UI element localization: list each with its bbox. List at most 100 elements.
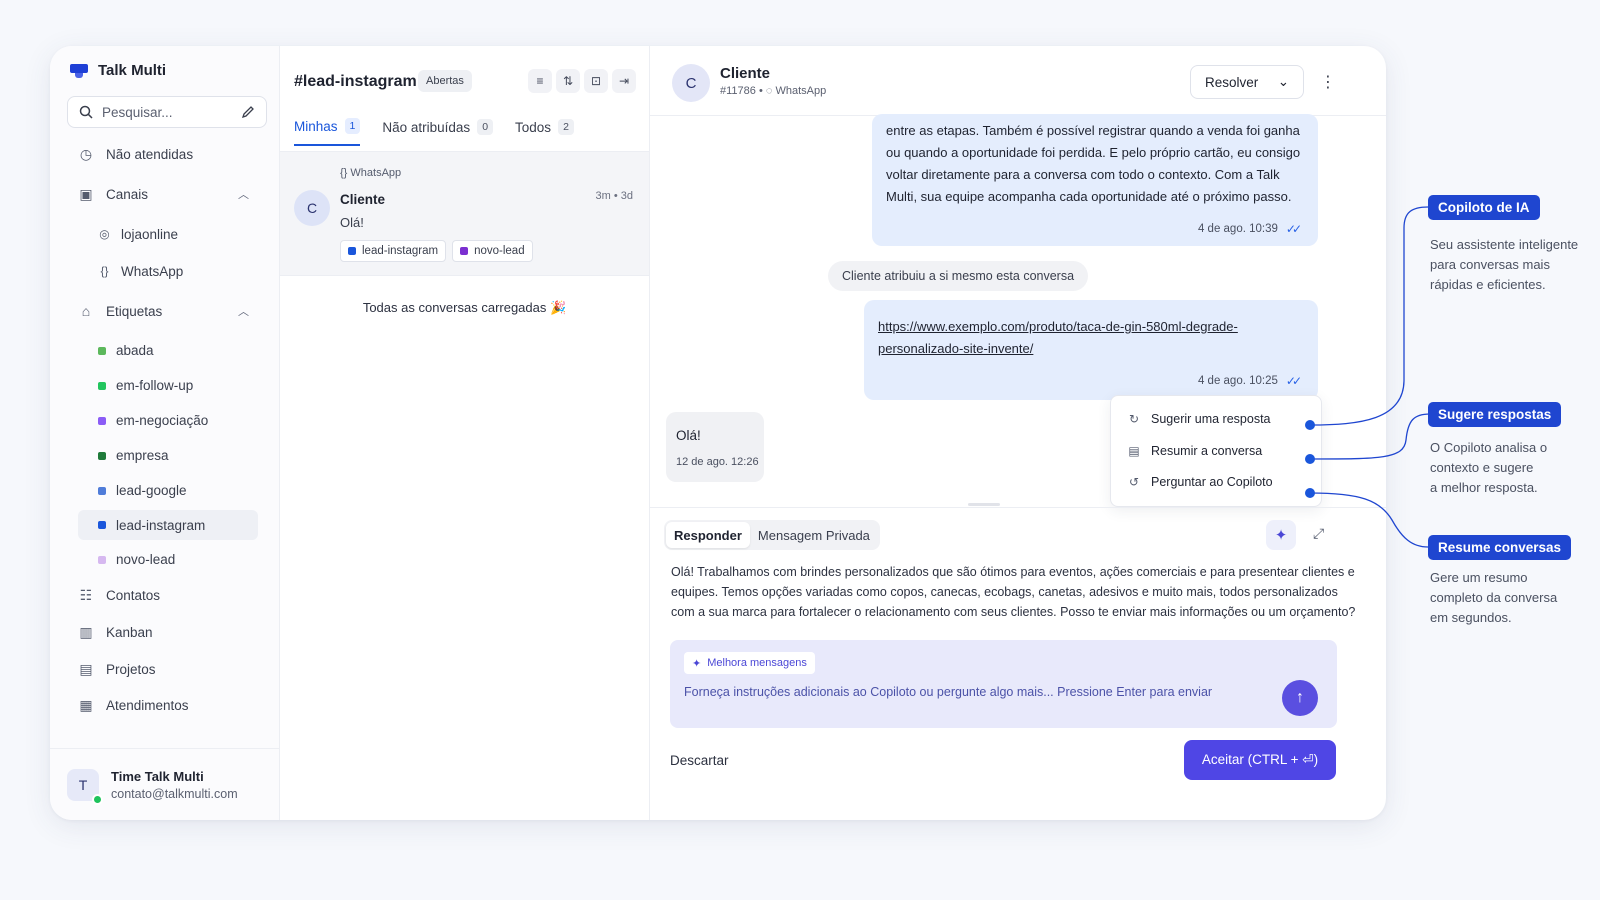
contact-name: Cliente	[340, 192, 386, 207]
menu-item-suggest-reply[interactable]: ↻ Sugerir uma resposta	[1127, 411, 1271, 427]
contact-id: #11786	[720, 85, 756, 97]
inbox-icon: ▣	[79, 185, 93, 202]
channel-item-lojaonline[interactable]: ◎ lojaonline	[98, 226, 178, 242]
copilot-input[interactable]: Forneça instruções adicionais ao Copilot…	[684, 685, 1212, 699]
reply-textarea[interactable]: Olá! Trabalhamos com brindes personaliza…	[671, 562, 1357, 622]
label-item-empresa[interactable]: empresa	[98, 448, 169, 463]
tab-label: Todos	[515, 119, 552, 135]
sidebar-item-unattended[interactable]: ◷ Não atendidas	[78, 146, 193, 162]
document-icon: ▤	[1128, 444, 1140, 458]
sidebar-item-services[interactable]: ▦ Atendimentos	[78, 696, 188, 713]
send-arrow-icon[interactable]: ↑	[1282, 680, 1318, 716]
label-color-dot	[98, 521, 106, 529]
tab-mine[interactable]: Minhas 1	[294, 118, 361, 146]
menu-item-ask-copilot[interactable]: ↺ Perguntar ao Copiloto	[1127, 474, 1273, 490]
new-conversation-icon[interactable]: ⊡	[584, 69, 608, 93]
sidebar-item-label: Não atendidas	[106, 146, 194, 162]
channel-item-whatsapp[interactable]: {} WhatsApp	[98, 263, 183, 279]
resolve-button[interactable]: Resolver ⌄	[1190, 65, 1304, 99]
menu-item-label: Resumir a conversa	[1151, 444, 1263, 458]
copilot-sparkle-icon[interactable]: ✦	[1266, 520, 1296, 550]
label-item-novo-lead[interactable]: novo-lead	[98, 552, 175, 567]
chevron-up-icon[interactable]: ︿	[238, 303, 249, 319]
search-input[interactable]: Pesquisar...	[67, 96, 267, 128]
resize-handle[interactable]	[968, 503, 1000, 506]
sidebar-item-label: Etiquetas	[106, 303, 163, 319]
conversation-item[interactable]: {} WhatsApp C Cliente 3m • 3d Olá! lead-…	[280, 152, 649, 276]
message-link[interactable]: https://www.exemplo.com/produto/taca-de-…	[878, 316, 1238, 360]
sidebar-item-kanban[interactable]: ▥ Kanban	[78, 624, 152, 640]
tab-private-message[interactable]: Mensagem Privada	[750, 522, 878, 548]
divider	[650, 507, 1386, 508]
folder-icon: ▤	[79, 660, 93, 677]
reply-icon: ↻	[1128, 412, 1140, 426]
incoming-message: Olá! 12 de ago. 12:26	[666, 412, 764, 482]
message-time: 4 de ago. 10:39	[1197, 223, 1278, 235]
tag-chip[interactable]: lead-instagram	[340, 240, 447, 262]
conversation-time: 3m • 3d	[595, 190, 633, 202]
label-item-em-follow-up[interactable]: em-follow-up	[98, 378, 193, 393]
system-note: Cliente atribuiu a si mesmo esta convers…	[828, 261, 1089, 291]
chat-panel: C Cliente #11786 • ◌ WhatsApp Resolver ⌄…	[650, 46, 1386, 820]
sidebar-item-labels[interactable]: ⌂ Etiquetas ︿	[78, 303, 249, 319]
avatar: C	[294, 190, 330, 226]
collapse-icon[interactable]: ⇥	[612, 69, 636, 93]
brand[interactable]: Talk Multi	[70, 62, 166, 79]
compose-icon[interactable]	[240, 104, 256, 120]
label-name: abada	[116, 343, 154, 358]
avatar: C	[672, 64, 710, 102]
tab-all[interactable]: Todos 2	[515, 118, 574, 146]
callout-suggest: Sugere respostas	[1428, 402, 1562, 427]
sidebar-item-channels[interactable]: ▣ Canais ︿	[78, 185, 249, 202]
message-time: 12 de ago. 12:26	[676, 456, 759, 468]
improve-messages-chip[interactable]: ✦ Melhora mensagens	[684, 652, 815, 674]
tab-unassigned[interactable]: Não atribuídas 0	[382, 118, 494, 146]
contact-channel: WhatsApp	[775, 85, 827, 97]
chat-header: C Cliente #11786 • ◌ WhatsApp Resolver ⌄…	[650, 46, 1386, 116]
chevron-up-icon[interactable]: ︿	[238, 186, 249, 202]
message-text: Olá!	[676, 428, 701, 443]
contacts-icon: ☷	[79, 586, 93, 603]
tag-color-dot	[348, 247, 356, 255]
menu-item-summarize[interactable]: ▤ Resumir a conversa	[1127, 443, 1262, 459]
menu-item-label: Perguntar ao Copiloto	[1151, 475, 1273, 489]
braces-icon: {}	[340, 167, 351, 179]
expand-icon[interactable]: ⤢	[1313, 525, 1324, 542]
filter-icon[interactable]: ≡	[528, 69, 552, 93]
label-item-lead-google[interactable]: lead-google	[98, 483, 187, 498]
read-receipt-icon: ✓✓	[1285, 222, 1302, 236]
tab-count: 0	[477, 119, 494, 135]
separator: •	[758, 85, 766, 97]
conversation-channel: {} WhatsApp	[340, 167, 401, 179]
calendar-icon: ▦	[79, 696, 93, 713]
outgoing-message: entre as etapas. Também é possível regis…	[872, 114, 1318, 246]
channel-label: lojaonline	[121, 226, 179, 242]
channel-name: WhatsApp	[350, 167, 402, 179]
user-profile[interactable]: T Time Talk Multi contato@talkmulti.com	[50, 748, 279, 820]
inbox-title: #lead-instagram	[294, 73, 417, 90]
conversation-list: #lead-instagram Abertas ≡ ⇅ ⊡ ⇥ Minhas 1…	[280, 46, 650, 820]
tab-count: 2	[558, 119, 574, 135]
label-name: lead-instagram	[116, 517, 206, 533]
tag-label: lead-instagram	[362, 245, 439, 257]
discard-button[interactable]: Descartar	[670, 753, 729, 768]
list-toolbar: ≡ ⇅ ⊡ ⇥	[528, 69, 636, 93]
label-item-abada[interactable]: abada	[98, 343, 154, 358]
callout-summarize: Resume conversas	[1428, 535, 1572, 560]
sidebar-item-projects[interactable]: ▤ Projetos	[78, 660, 155, 677]
status-badge[interactable]: Abertas	[418, 70, 472, 92]
callout-description: Gere um resumo completo da conversa em s…	[1430, 570, 1558, 625]
more-options-icon[interactable]: ⋮	[1320, 72, 1336, 92]
contact-name[interactable]: Cliente	[720, 65, 770, 82]
search-placeholder: Pesquisar...	[102, 104, 173, 120]
sidebar-item-contacts[interactable]: ☷ Contatos	[78, 587, 160, 603]
all-loaded-message: Todas as conversas carregadas 🎉	[362, 300, 567, 315]
app-window: Talk Multi Pesquisar... ◷ Não atendidas …	[50, 46, 1386, 820]
accept-button[interactable]: Aceitar (CTRL + ⏎)	[1184, 740, 1336, 780]
tab-reply[interactable]: Responder	[666, 522, 750, 548]
avatar: T	[67, 768, 103, 805]
sort-icon[interactable]: ⇅	[556, 69, 580, 93]
label-item-lead-instagram[interactable]: lead-instagram	[78, 510, 258, 540]
label-item-em-negociacao[interactable]: em-negociação	[98, 413, 208, 428]
tag-chip[interactable]: novo-lead	[452, 240, 533, 262]
